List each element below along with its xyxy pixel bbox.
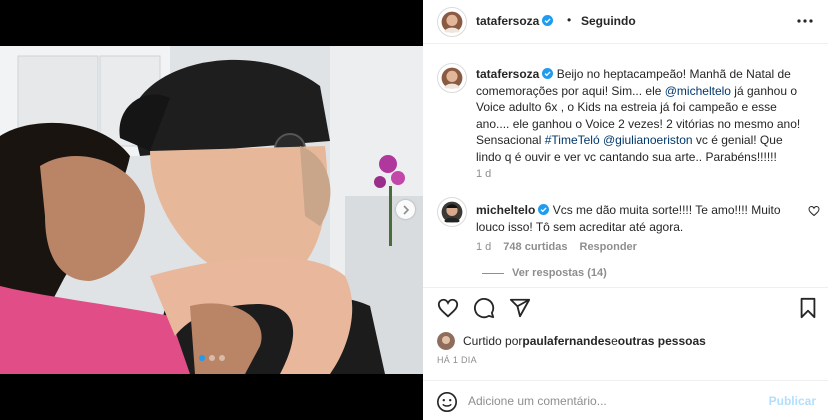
post-photo[interactable] <box>0 46 423 374</box>
mention-link-micheltelo[interactable]: @micheltelo <box>665 84 731 98</box>
mention-link-giulianoeriston[interactable]: @giulianoeriston <box>603 133 693 147</box>
view-replies-button[interactable]: Ver respostas (14) <box>482 267 607 279</box>
author-username-link[interactable]: tatafersoza <box>476 14 554 28</box>
liked-by-prefix: Curtido por <box>463 334 523 348</box>
heart-icon[interactable] <box>437 297 459 319</box>
comment-icon[interactable] <box>473 297 495 319</box>
verified-badge-icon <box>542 15 554 26</box>
comment-username[interactable]: micheltelo <box>476 203 535 217</box>
publish-button[interactable]: Publicar <box>769 394 816 408</box>
carousel-next-button[interactable] <box>396 200 415 219</box>
photo-illustration <box>0 46 423 374</box>
following-button[interactable]: Seguindo <box>581 14 636 28</box>
emoji-icon[interactable] <box>436 391 458 413</box>
post-media-pane <box>0 0 423 420</box>
chevron-right-icon <box>402 204 409 215</box>
carousel-dot-2 <box>208 355 215 361</box>
replies-divider <box>482 272 504 274</box>
comments-section: tatafersoza Beijo no heptacampeão! Manhã… <box>423 45 828 287</box>
post-details-pane: tatafersoza • Seguindo tatafersoza Beijo… <box>423 0 828 420</box>
comment-meta: 1 d 748 curtidas Responder <box>476 241 637 253</box>
liker-avatar[interactable] <box>437 332 455 350</box>
post-caption: tatafersoza Beijo no heptacampeão! Manhã… <box>476 66 811 165</box>
comment-composer: Publicar <box>423 380 828 420</box>
comment-likes[interactable]: 748 curtidas <box>503 241 567 253</box>
caption-timestamp[interactable]: 1 d <box>476 168 491 180</box>
hashtag-link[interactable]: #TimeTeló <box>545 133 600 147</box>
liked-by-others[interactable]: outras pessoas <box>618 334 706 348</box>
liked-by-middle: e <box>611 334 618 348</box>
post-header: tatafersoza • Seguindo <box>423 0 828 44</box>
action-icons <box>437 297 531 319</box>
author-avatar[interactable] <box>437 7 467 37</box>
carousel-dot-3 <box>218 355 225 361</box>
comment-heart-icon[interactable] <box>808 205 820 217</box>
comment-input[interactable] <box>468 391 758 411</box>
liked-by: Curtido por paulafernandes e outras pess… <box>437 332 706 350</box>
share-icon[interactable] <box>509 297 531 319</box>
comment-timestamp[interactable]: 1 d <box>476 241 491 253</box>
carousel-indicator <box>0 355 423 361</box>
carousel-dot-1 <box>198 355 205 361</box>
verified-badge-icon <box>542 68 554 79</box>
comment-body: micheltelo Vcs me dão muita sorte!!!! Te… <box>476 202 796 235</box>
view-replies-label: Ver respostas (14) <box>512 267 607 279</box>
author-username: tatafersoza <box>476 14 540 28</box>
caption-avatar[interactable] <box>437 63 467 93</box>
caption-username[interactable]: tatafersoza <box>476 67 539 81</box>
header-separator: • <box>567 13 572 27</box>
reply-button[interactable]: Responder <box>580 241 637 253</box>
post-time-ago[interactable]: HÁ 1 DIA <box>437 355 477 365</box>
bookmark-icon[interactable] <box>798 297 818 319</box>
commenter-avatar[interactable] <box>437 197 467 227</box>
more-horizontal-icon[interactable] <box>796 12 814 30</box>
instagram-post-modal: tatafersoza • Seguindo tatafersoza Beijo… <box>0 0 828 420</box>
liked-by-user[interactable]: paulafernandes <box>522 334 611 348</box>
verified-badge-icon <box>538 204 550 215</box>
